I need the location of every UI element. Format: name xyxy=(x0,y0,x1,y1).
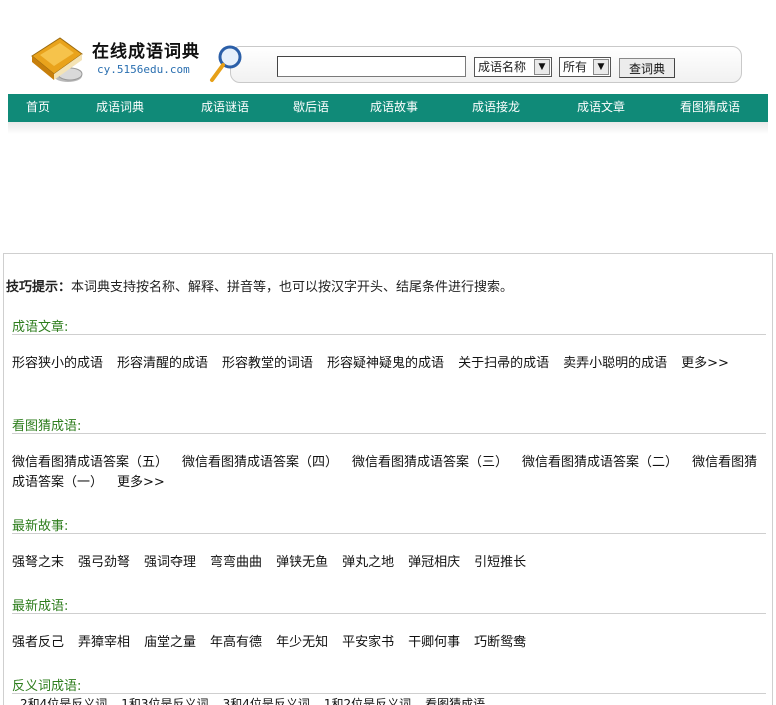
field-select[interactable]: 成语名称 ▼ xyxy=(474,57,552,77)
scope-select-value: 所有 xyxy=(563,60,588,74)
link-story[interactable]: 弹丸之地 xyxy=(342,555,394,570)
link-antonym[interactable]: 1和2位是反义词 xyxy=(324,697,411,705)
link-story[interactable]: 弹铗无鱼 xyxy=(276,555,328,570)
link-idiom[interactable]: 庙堂之量 xyxy=(144,635,196,650)
search-tip-label: 技巧提示： xyxy=(6,280,72,295)
content-panel: 技巧提示：本词典支持按名称、解释、拼音等，也可以按汉字开头、结尾条件进行搜索。 … xyxy=(3,253,773,705)
link-antonym[interactable]: 2和4位是反义词 xyxy=(20,697,107,705)
search-input[interactable] xyxy=(277,56,466,77)
section-links-latest-idioms: 强者反己 弄獐宰相 庙堂之量 年高有德 年少无知 平安家书 干卿何事 巧断鸳鸯 xyxy=(12,633,768,653)
link-story[interactable]: 弯弯曲曲 xyxy=(210,555,262,570)
more-link[interactable]: 更多>> xyxy=(681,356,729,371)
section-title-picture-guess: 看图猜成语: xyxy=(12,419,82,434)
site-url[interactable]: cy.5156edu.com xyxy=(97,63,190,76)
query-dictionary-button[interactable]: 查词典 xyxy=(619,58,675,78)
link-article[interactable]: 形容教堂的词语 xyxy=(222,356,313,371)
link-article[interactable]: 形容清醒的成语 xyxy=(117,356,208,371)
section-title-articles: 成语文章: xyxy=(12,320,69,335)
link-article[interactable]: 形容狭小的成语 xyxy=(12,356,103,371)
more-link[interactable]: 更多>> xyxy=(117,475,165,490)
section-title-antonym-idioms: 反义词成语: xyxy=(12,679,82,694)
nav-shadow xyxy=(8,122,768,134)
header: 在线成语词典 cy.5156edu.com 成语名称 ▼ 所有 ▼ 查词典 xyxy=(0,0,776,94)
link-article[interactable]: 关于扫帚的成语 xyxy=(458,356,549,371)
field-select-value: 成语名称 xyxy=(478,60,527,74)
chevron-down-icon[interactable]: ▼ xyxy=(534,59,550,75)
magnifier-icon xyxy=(210,45,242,82)
link-idiom[interactable]: 强者反己 xyxy=(12,635,64,650)
nav-item-idiom-dictionary[interactable]: 成语词典 xyxy=(96,94,144,122)
link-story[interactable]: 强词夺理 xyxy=(144,555,196,570)
site-title: 在线成语词典 xyxy=(92,42,200,62)
scope-select[interactable]: 所有 ▼ xyxy=(559,57,611,77)
section-links-picture-guess: 微信看图猜成语答案（五） 微信看图猜成语答案（四） 微信看图猜成语答案（三） 微信看图… xyxy=(12,453,768,493)
search-tip: 技巧提示：本词典支持按名称、解释、拼音等，也可以按汉字开头、结尾条件进行搜索。 xyxy=(6,276,513,295)
link-idiom[interactable]: 平安家书 xyxy=(342,635,394,650)
link-article[interactable]: 卖弄小聪明的成语 xyxy=(563,356,667,371)
link-picture-guess[interactable]: 微信看图猜成语答案（五） xyxy=(12,455,168,470)
nav-item-idiom-stories[interactable]: 成语故事 xyxy=(370,94,418,122)
nav-item-idiom-riddles[interactable]: 成语谜语 xyxy=(201,94,249,122)
nav-item-picture-guess[interactable]: 看图猜成语 xyxy=(680,94,740,122)
nav-item-home[interactable]: 首页 xyxy=(26,94,50,122)
link-article[interactable]: 形容疑神疑鬼的成语 xyxy=(327,356,444,371)
link-antonym[interactable]: 1和3位是反义词 xyxy=(121,697,208,705)
link-story[interactable]: 强弓劲弩 xyxy=(78,555,130,570)
link-idiom[interactable]: 巧断鸳鸯 xyxy=(474,635,526,650)
dictionary-book-icon xyxy=(31,37,83,82)
nav-item-idiom-chain[interactable]: 成语接龙 xyxy=(472,94,520,122)
link-picture-guess[interactable]: 微信看图猜成语答案（二） xyxy=(522,455,678,470)
link-idiom[interactable]: 年高有德 xyxy=(210,635,262,650)
section-title-latest-idioms: 最新成语: xyxy=(12,599,69,614)
search-tip-text: 本词典支持按名称、解释、拼音等，也可以按汉字开头、结尾条件进行搜索。 xyxy=(71,280,514,295)
search-box: 成语名称 ▼ 所有 ▼ 查词典 xyxy=(230,46,742,83)
nav-item-idiom-articles[interactable]: 成语文章 xyxy=(577,94,625,122)
section-divider xyxy=(12,433,766,434)
section-divider xyxy=(12,334,766,335)
section-divider xyxy=(12,613,766,614)
section-title-latest-stories: 最新故事: xyxy=(12,519,69,534)
link-story[interactable]: 引短推长 xyxy=(474,555,526,570)
section-links-articles: 形容狭小的成语 形容清醒的成语 形容教堂的词语 形容疑神疑鬼的成语 关于扫帚的成语 卖弄小… xyxy=(12,354,768,374)
link-idiom[interactable]: 弄獐宰相 xyxy=(78,635,130,650)
link-picture-guess[interactable]: 微信看图猜成语答案（三） xyxy=(352,455,508,470)
link-idiom[interactable]: 干卿何事 xyxy=(408,635,460,650)
main-nav: 首页 成语词典 成语谜语 歇后语 成语故事 成语接龙 成语文章 看图猜成语 xyxy=(8,94,768,122)
link-idiom[interactable]: 年少无知 xyxy=(276,635,328,650)
link-story[interactable]: 弹冠相庆 xyxy=(408,555,460,570)
link-story[interactable]: 强弩之末 xyxy=(12,555,64,570)
link-antonym[interactable]: 3和4位是反义词 xyxy=(223,697,310,705)
section-divider xyxy=(12,533,766,534)
section-links-latest-stories: 强弩之末 强弓劲弩 强词夺理 弯弯曲曲 弹铗无鱼 弹丸之地 弹冠相庆 引短推长 xyxy=(12,553,768,573)
section-links-antonym-idioms: 2和4位是反义词 1和3位是反义词 3和4位是反义词 1和2位是反义词 看图猜成语 xyxy=(20,694,776,705)
link-antonym[interactable]: 看图猜成语 xyxy=(425,697,485,705)
chevron-down-icon[interactable]: ▼ xyxy=(593,59,609,75)
link-picture-guess[interactable]: 微信看图猜成语答案（四） xyxy=(182,455,338,470)
nav-item-xiehouyu[interactable]: 歇后语 xyxy=(293,94,329,122)
